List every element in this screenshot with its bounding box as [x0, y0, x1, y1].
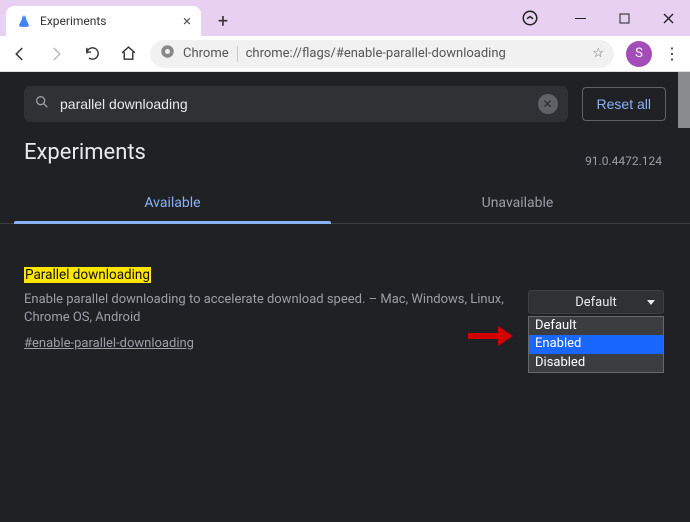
profile-avatar[interactable]: S [626, 41, 652, 67]
window-close-button[interactable] [646, 0, 690, 36]
tab-unavailable[interactable]: Unavailable [345, 183, 690, 223]
flags-tabs: Available Unavailable [0, 183, 690, 224]
tab-title: Experiments [40, 14, 107, 28]
window-controls [512, 0, 690, 36]
flag-hash-link[interactable]: #enable-parallel-downloading [24, 336, 194, 351]
flag-entry: Parallel downloading Enable parallel dow… [0, 224, 690, 351]
flag-dropdown: Default Default Enabled Disabled [528, 290, 664, 373]
bookmark-star-icon[interactable]: ☆ [592, 46, 604, 61]
flag-option-disabled[interactable]: Disabled [529, 354, 663, 372]
tab-available[interactable]: Available [0, 183, 345, 223]
flag-dropdown-selected[interactable]: Default [528, 290, 664, 314]
tab-strip: Experiments × + [0, 0, 690, 36]
toolbar: Chrome chrome://flags/#enable-parallel-d… [0, 36, 690, 72]
flags-top-row: ✕ Reset all [0, 72, 690, 134]
origin-label: Chrome [183, 46, 229, 61]
flask-icon [16, 13, 32, 29]
account-menu-icon[interactable] [512, 0, 548, 36]
browser-window: Experiments × + [0, 0, 690, 522]
home-button[interactable] [114, 40, 142, 68]
chrome-icon [160, 44, 175, 63]
reload-button[interactable] [78, 40, 106, 68]
flag-title-highlight: Parallel downloading [24, 267, 151, 283]
url-text: chrome://flags/#enable-parallel-download… [246, 46, 585, 61]
search-field[interactable]: ✕ [24, 86, 568, 122]
browser-menu-icon[interactable]: ⋮ [660, 44, 684, 63]
window-maximize-button[interactable] [602, 0, 646, 36]
annotation-arrow [468, 326, 516, 346]
scrollbar-thumb[interactable] [678, 72, 690, 128]
reset-all-button[interactable]: Reset all [582, 87, 666, 121]
omnibox-divider [237, 46, 238, 62]
browser-tab[interactable]: Experiments × [6, 6, 201, 36]
search-icon [34, 94, 50, 114]
clear-search-icon[interactable]: ✕ [538, 94, 558, 114]
forward-button[interactable] [42, 40, 70, 68]
address-bar[interactable]: Chrome chrome://flags/#enable-parallel-d… [150, 40, 614, 68]
page-content: ✕ Reset all Experiments 91.0.4472.124 Av… [0, 72, 690, 522]
flag-dropdown-list: Default Enabled Disabled [528, 316, 664, 373]
flag-option-default[interactable]: Default [529, 317, 663, 335]
version-label: 91.0.4472.124 [585, 154, 662, 168]
tab-close-icon[interactable]: × [183, 12, 191, 30]
flag-title: Parallel downloading [24, 264, 666, 283]
window-minimize-button[interactable] [558, 0, 602, 36]
new-tab-button[interactable]: + [209, 7, 237, 35]
flag-description: Enable parallel downloading to accelerat… [24, 291, 514, 326]
flag-option-enabled[interactable]: Enabled [529, 335, 663, 353]
back-button[interactable] [6, 40, 34, 68]
search-input[interactable] [60, 96, 528, 112]
